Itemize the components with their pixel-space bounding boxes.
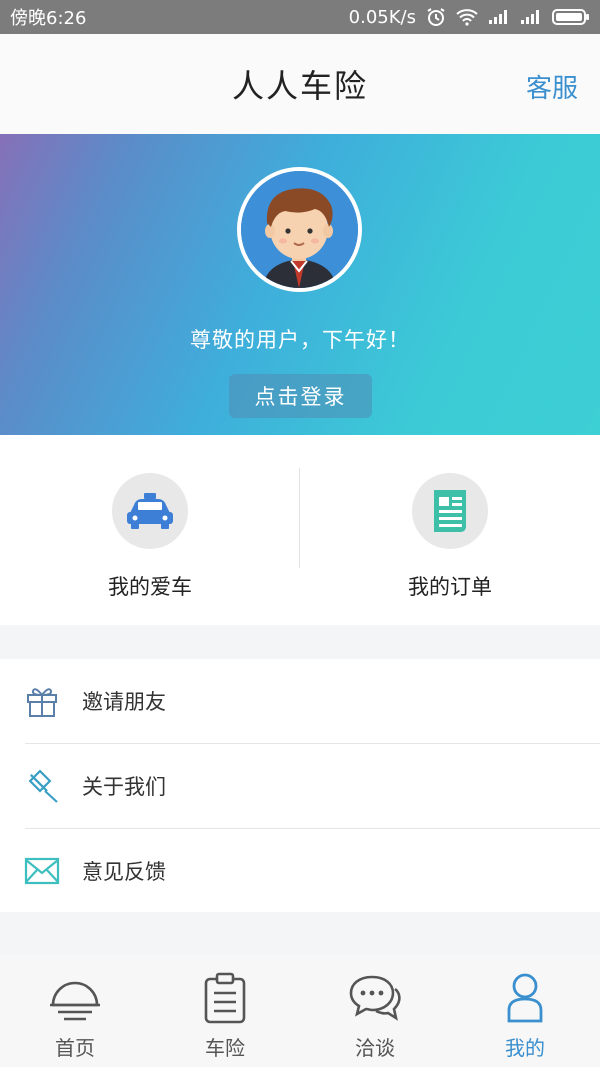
tab-label: 我的 bbox=[505, 1036, 545, 1060]
profile-banner: 尊敬的用户，下午好！ 点击登录 bbox=[0, 134, 600, 435]
menu-item-about-us[interactable]: 关于我们 bbox=[0, 744, 600, 828]
divider bbox=[299, 468, 300, 568]
menu-item-label: 邀请朋友 bbox=[82, 690, 166, 714]
status-indicators: 0.05K/s bbox=[349, 7, 590, 28]
gift-icon bbox=[22, 684, 62, 718]
network-speed: 0.05K/s bbox=[348, 6, 416, 28]
clipboard-icon bbox=[203, 970, 247, 1026]
greeting-text: 尊敬的用户，下午好！ bbox=[190, 328, 410, 352]
menu-item-label: 关于我们 bbox=[82, 775, 166, 799]
settings-menu: 邀请朋友 关于我们 意见反馈 bbox=[0, 659, 600, 912]
menu-item-label: 意见反馈 bbox=[82, 860, 166, 884]
app-header: 人人车险 客服 bbox=[0, 34, 600, 134]
avatar[interactable] bbox=[237, 167, 362, 292]
login-button[interactable]: 点击登录 bbox=[229, 374, 372, 418]
sunrise-icon bbox=[48, 970, 102, 1026]
alarm-icon bbox=[426, 7, 446, 27]
car-icon bbox=[112, 473, 188, 549]
signal-icon bbox=[520, 9, 542, 25]
tab-me[interactable]: 我的 bbox=[450, 955, 600, 1067]
pin-icon bbox=[22, 768, 62, 804]
bottom-tab-bar: 首页 车险 洽谈 我的 bbox=[0, 955, 600, 1067]
quick-actions: 我的爱车 我的订单 bbox=[0, 435, 600, 625]
tab-chat[interactable]: 洽谈 bbox=[300, 955, 450, 1067]
tab-car-insurance[interactable]: 车险 bbox=[150, 955, 300, 1067]
page-title: 人人车险 bbox=[231, 67, 368, 105]
person-icon bbox=[505, 970, 545, 1026]
menu-item-invite-friends[interactable]: 邀请朋友 bbox=[0, 659, 600, 743]
tab-label: 洽谈 bbox=[355, 1036, 395, 1060]
wifi-icon bbox=[456, 8, 478, 26]
status-time: 傍晚6:26 bbox=[10, 8, 87, 29]
battery-icon bbox=[552, 8, 590, 26]
chat-icon bbox=[348, 970, 402, 1026]
document-icon bbox=[412, 473, 488, 549]
tab-label: 车险 bbox=[205, 1036, 245, 1060]
my-orders-button[interactable]: 我的订单 bbox=[300, 435, 600, 625]
tab-label: 首页 bbox=[55, 1036, 95, 1060]
customer-service-button[interactable]: 客服 bbox=[526, 68, 578, 105]
menu-item-feedback[interactable]: 意见反馈 bbox=[0, 829, 600, 913]
status-bar: 傍晚6:26 0.05K/s bbox=[0, 0, 600, 34]
mail-icon bbox=[22, 857, 62, 885]
my-orders-label: 我的订单 bbox=[408, 575, 492, 599]
avatar-illustration bbox=[241, 171, 358, 288]
tab-home[interactable]: 首页 bbox=[0, 955, 150, 1067]
my-car-label: 我的爱车 bbox=[108, 575, 192, 599]
my-car-button[interactable]: 我的爱车 bbox=[0, 435, 300, 625]
signal-icon bbox=[488, 9, 510, 25]
